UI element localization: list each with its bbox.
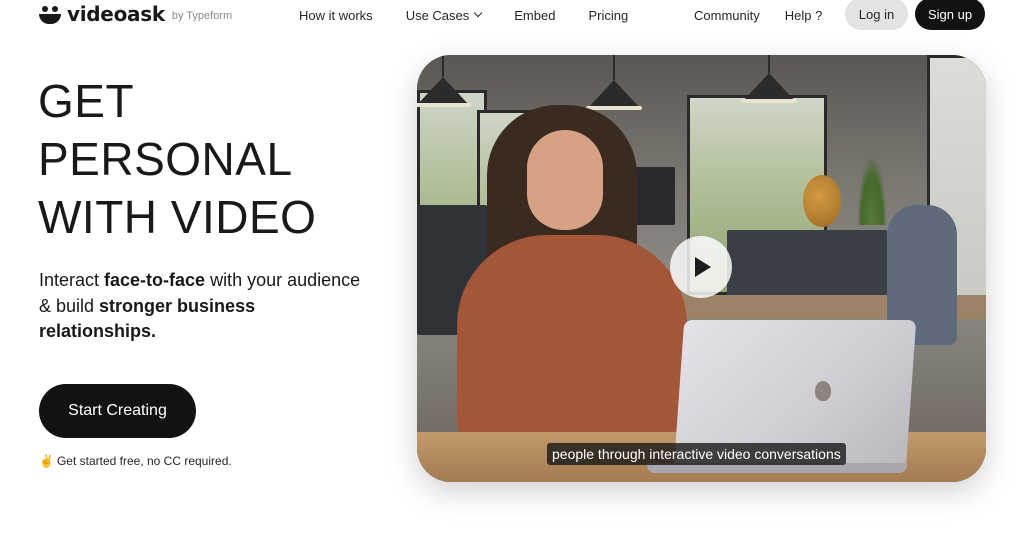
hero-subtext: Interact face-to-face with your audience… <box>39 268 369 345</box>
video-caption: people through interactive video convers… <box>547 443 846 465</box>
nav-label: Pricing <box>588 7 629 23</box>
fingers-crossed-icon: ✌ <box>39 454 54 468</box>
subtext-part: Interact <box>39 270 105 290</box>
nav-label: Help ? <box>784 7 823 23</box>
video-player[interactable]: people through interactive video convers… <box>417 55 986 482</box>
free-note: ✌ Get started free, no CC required. <box>39 454 232 468</box>
smiley-face-icon <box>39 4 61 24</box>
free-note-text: Get started free, no CC required. <box>56 454 232 468</box>
headline-line: WITH VIDEO <box>38 191 317 243</box>
secondary-nav: Community Help ? <box>694 0 847 30</box>
hero-headline: GET PERSONAL WITH VIDEO <box>38 72 316 246</box>
site-header: videoask by Typeform How it works Use Ca… <box>0 0 1024 30</box>
nav-community[interactable]: Community <box>694 8 760 23</box>
play-button[interactable] <box>670 236 732 298</box>
headline-line: GET <box>38 75 135 127</box>
nav-label: Embed <box>514 7 556 23</box>
brand-byline: by Typeform <box>171 10 233 22</box>
nav-how-it-works[interactable]: How it works <box>299 8 373 23</box>
subtext-bold: face-to-face <box>104 270 206 290</box>
chevron-down-icon <box>474 8 483 18</box>
nav-help[interactable]: Help ? <box>785 8 823 23</box>
primary-nav: How it works Use Cases Embed Pricing <box>299 0 661 30</box>
nav-pricing[interactable]: Pricing <box>588 8 628 23</box>
nav-label: Use Cases <box>405 7 470 23</box>
start-creating-button[interactable]: Start Creating <box>39 384 196 438</box>
headline-line: PERSONAL <box>38 133 293 185</box>
login-button[interactable]: Log in <box>845 0 908 30</box>
nav-label: Community <box>694 7 760 23</box>
signup-button[interactable]: Sign up <box>915 0 985 30</box>
brand-name: videoask <box>67 2 165 26</box>
nav-use-cases[interactable]: Use Cases <box>405 7 483 23</box>
apple-logo-icon <box>815 381 831 401</box>
logo[interactable]: videoask by Typeform <box>39 2 232 24</box>
play-icon <box>695 257 711 277</box>
nav-label: How it works <box>299 7 373 23</box>
nav-embed[interactable]: Embed <box>514 8 555 23</box>
